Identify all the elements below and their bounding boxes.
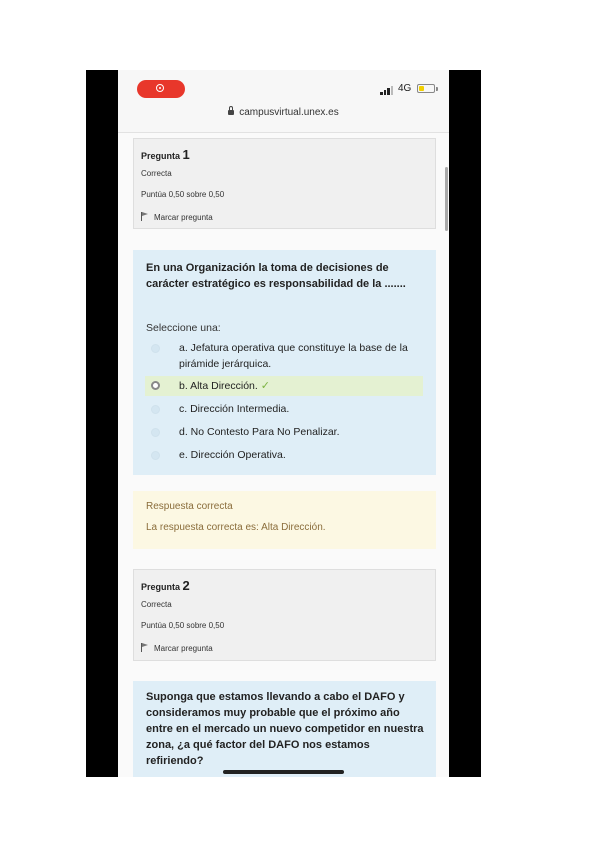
question-1-feedback: Respuesta correcta La respuesta correcta… [133,491,436,549]
question-1-text: En una Organización la toma de decisione… [146,262,406,290]
feedback-title: Respuesta correcta [146,501,233,512]
right-black-border [449,70,481,777]
flag-label: Marcar pregunta [154,213,213,222]
option-b[interactable]: b. Alta Dirección. ✓ [145,376,423,396]
option-d-radio[interactable] [151,428,160,437]
screen-record-indicator[interactable] [137,80,185,98]
flag-icon [141,212,149,221]
scrollbar[interactable] [445,167,448,231]
option-a-label: a. Jefatura operativa que constituye la … [179,342,408,370]
question-1-content: En una Organización la toma de decisione… [133,250,436,475]
question-1-title: Pregunta 1 [141,147,190,162]
option-b-radio[interactable] [151,381,160,390]
option-c-radio[interactable] [151,405,160,414]
question-1-flag[interactable]: Marcar pregunta [141,211,213,222]
option-e-label: e. Dirección Operativa. [179,449,286,461]
option-e-radio[interactable] [151,451,160,460]
question-1-info: Pregunta 1 Correcta Puntúa 0,50 sobre 0,… [133,138,436,229]
question-2-state: Correcta [141,600,172,609]
signal-icon [380,85,394,95]
status-bar: 4G campusvirtual.unex.es [118,70,449,133]
option-c[interactable]: c. Dirección Intermedia. [145,401,423,419]
address-bar[interactable]: campusvirtual.unex.es [118,106,449,118]
question-2-number: 2 [182,578,190,593]
flag-icon [141,643,149,652]
option-b-label: b. Alta Dirección. ✓ [179,380,271,392]
option-d-label: d. No Contesto Para No Penalizar. [179,426,340,438]
feedback-text: La respuesta correcta es: Alta Dirección… [146,522,326,533]
option-d[interactable]: d. No Contesto Para No Penalizar. [145,424,423,442]
option-c-label: c. Dirección Intermedia. [179,403,290,415]
home-indicator[interactable] [223,770,344,774]
flag-label: Marcar pregunta [154,644,213,653]
left-black-border [86,70,118,777]
question-2-text: Suponga que estamos llevando a cabo el D… [146,691,424,767]
network-type: 4G [398,83,412,94]
check-icon: ✓ [260,380,271,392]
question-2-flag[interactable]: Marcar pregunta [141,642,213,653]
lock-icon [228,106,235,115]
url-text: campusvirtual.unex.es [239,107,339,118]
battery-tip [436,87,438,91]
question-2-info: Pregunta 2 Correcta Puntúa 0,50 sobre 0,… [133,569,436,661]
question-2-score: Puntúa 0,50 sobre 0,50 [141,621,225,630]
option-a-radio[interactable] [151,344,160,353]
question-1-score: Puntúa 0,50 sobre 0,50 [141,190,225,199]
option-e[interactable]: e. Dirección Operativa. [145,447,423,465]
phone-screen: 4G campusvirtual.unex.es Pregunta 1 Corr… [118,70,449,777]
question-2-title: Pregunta 2 [141,578,190,593]
battery-icon [417,84,435,93]
select-one-label: Seleccione una: [146,322,221,334]
question-1-state: Correcta [141,169,172,178]
option-a[interactable]: a. Jefatura operativa que constituye la … [145,340,423,372]
question-1-number: 1 [182,147,190,162]
question-2-content: Suponga que estamos llevando a cabo el D… [133,681,436,777]
record-icon [156,84,164,92]
